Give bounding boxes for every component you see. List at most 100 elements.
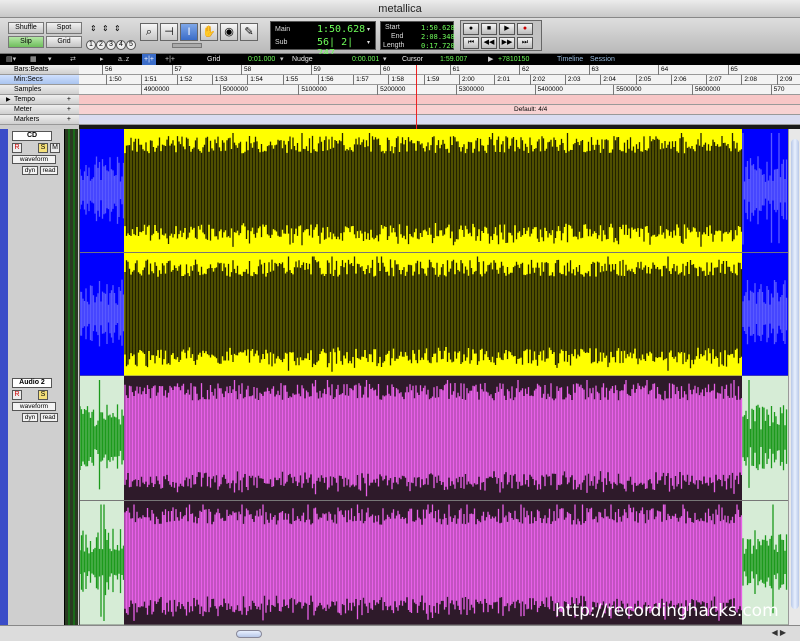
automation-mode-button[interactable]: read [40, 166, 58, 175]
zoomer-tool-icon[interactable]: ⌕ [140, 23, 158, 41]
ruler-label: Tempo [14, 96, 36, 103]
vertical-scroll-thumb[interactable] [791, 139, 799, 609]
selector-tool-icon[interactable]: I [180, 23, 198, 41]
zoom-preset-2[interactable]: 2 [96, 40, 106, 50]
length-value[interactable]: 0:17.720 [421, 42, 455, 50]
nudge-value[interactable]: 0:00.001 [352, 54, 379, 65]
meter-ruler[interactable]: Default: 4/4 [79, 105, 800, 115]
chevron-down-icon[interactable]: ▾ [383, 54, 387, 65]
samples-ruler[interactable]: 4900000 5000000 5100000 5200000 5300000 54000… [79, 85, 800, 95]
solo-button[interactable]: S [38, 143, 48, 153]
plus-icon[interactable]: + [67, 95, 71, 105]
grid-mode-button[interactable]: Grid [46, 36, 82, 48]
plus-icon[interactable]: + [67, 115, 71, 125]
zoom-vertical-icon[interactable]: ⇕ [90, 24, 97, 33]
mute-button[interactable]: M [50, 143, 60, 153]
track-color-bar [0, 129, 8, 376]
record-enable-button[interactable]: R [12, 143, 22, 153]
waveform-audio2[interactable] [80, 376, 788, 625]
timeline-rulers[interactable]: 56 57 58 59 60 61 62 63 64 65 1:50 1:51 1:52 1:53 1:5… [79, 65, 800, 129]
track-view-selector[interactable]: waveform [12, 402, 56, 411]
ruler-markers[interactable]: Markers + [0, 115, 79, 125]
horizontal-scrollbar[interactable]: ◀ ▶ [0, 625, 800, 641]
online-icon[interactable]: ● [463, 23, 479, 35]
zoom-preset-5[interactable]: 5 [126, 40, 136, 50]
zoom-preset-1[interactable]: 1 [86, 40, 96, 50]
zoom-preset-3[interactable]: 3 [106, 40, 116, 50]
tool-slider[interactable] [172, 43, 202, 48]
zoom-out-icon[interactable]: ⇕ [114, 24, 121, 33]
track-view-selector[interactable]: waveform [12, 155, 56, 164]
grid-nudge-bar: ▤▾ ▦ ▾ ⇄ ▸ a..z +|+ +|+ Grid 0:01.000 ▾ … [0, 54, 800, 65]
start-value[interactable]: 1:50.628 [421, 24, 455, 32]
track-lane-audio2[interactable] [80, 376, 788, 625]
zoom-preset-4[interactable]: 4 [116, 40, 126, 50]
link-icon[interactable]: ⇄ [70, 54, 76, 65]
time-tick: 1:54 [247, 75, 263, 85]
stop-icon[interactable]: ■ [481, 23, 497, 35]
track-name[interactable]: CD [12, 131, 52, 141]
bar-tick: 61 [449, 65, 460, 75]
time-tick: 2:06 [670, 75, 686, 85]
bars-beats-ruler[interactable]: 56 57 58 59 60 61 62 63 64 65 [79, 65, 800, 75]
record-icon[interactable]: ● [517, 23, 533, 35]
tempo-ruler[interactable] [79, 95, 800, 105]
record-enable-button[interactable]: R [12, 390, 22, 400]
grid-value[interactable]: 0:01.000 [248, 54, 275, 65]
chevron-down-icon[interactable]: ▾ [280, 54, 284, 65]
zoom-arrows[interactable]: ⇕ ⇕ ⇕ [88, 22, 132, 36]
sample-tick: 5500000 [613, 85, 642, 95]
list-icon[interactable]: ▦ [30, 54, 37, 65]
link-timeline-icon[interactable]: +|+ [142, 54, 156, 65]
time-tick: 1:57 [353, 75, 369, 85]
ruler-bars-beats[interactable]: Bars:Beats [0, 65, 79, 75]
plus-icon[interactable]: + [67, 105, 71, 115]
fast-forward-icon[interactable]: ▶▶ [499, 37, 515, 49]
pencil-tool-icon[interactable]: ✎ [240, 23, 258, 41]
meter-marker[interactable]: Default: 4/4 [514, 105, 547, 115]
grabber-tool-icon[interactable]: ✋ [200, 23, 218, 41]
rewind-icon[interactable]: ◀◀ [481, 37, 497, 49]
shuffle-mode-button[interactable]: Shuffle [8, 22, 44, 34]
end-value[interactable]: 2:08.348 [421, 33, 455, 41]
ruler-samples[interactable]: Samples [0, 85, 79, 95]
chevron-down-icon[interactable]: ▾ [367, 39, 370, 46]
markers-ruler[interactable] [79, 115, 800, 125]
ruler-label: Samples [14, 86, 42, 93]
timeline-label[interactable]: Timeline [557, 54, 583, 65]
waveform-cd[interactable] [80, 129, 788, 376]
ruler-tempo[interactable]: ▶ Tempo + [0, 95, 79, 105]
return-to-zero-icon[interactable]: ⏮ [463, 37, 479, 49]
tab-to-transient-icon[interactable]: ▸ [100, 54, 104, 65]
automation-mode-button[interactable]: read [40, 413, 58, 422]
slip-mode-button[interactable]: Slip [8, 36, 44, 48]
ruler-meter[interactable]: Meter + [0, 105, 79, 115]
ruler-min-secs[interactable]: Min:Secs [0, 75, 79, 85]
chevron-down-icon[interactable]: ▾ [367, 26, 370, 33]
horizontal-scroll-thumb[interactable] [236, 630, 262, 638]
scrubber-tool-icon[interactable]: ◉ [220, 23, 238, 41]
vertical-scrollbar[interactable] [788, 129, 800, 625]
chevron-down-icon[interactable]: ▾ [48, 54, 52, 65]
view-menu-icon[interactable]: ▤▾ [6, 54, 16, 65]
scroll-arrows-icon[interactable]: ◀ ▶ [771, 628, 786, 637]
dyn-button[interactable]: dyn [22, 166, 38, 175]
solo-button[interactable]: S [38, 390, 48, 400]
disclosure-triangle-icon[interactable]: ▶ [6, 95, 11, 105]
min-secs-ruler[interactable]: 1:50 1:51 1:52 1:53 1:54 1:55 1:56 1:57 1:58 1:59… [79, 75, 800, 85]
track-lane-cd[interactable] [80, 129, 788, 376]
keyboard-focus-icon[interactable]: +|+ [165, 54, 175, 65]
zoom-in-icon[interactable]: ⇕ [102, 24, 109, 33]
main-counter-label: Main [275, 26, 291, 33]
track-name[interactable]: Audio 2 [12, 378, 52, 388]
spot-mode-button[interactable]: Spot [46, 22, 82, 34]
go-to-end-icon[interactable]: ⏭ [517, 37, 533, 49]
session-label[interactable]: Session [590, 54, 615, 65]
bar-tick: 57 [171, 65, 182, 75]
play-icon[interactable]: ▶ [499, 23, 515, 35]
main-counter[interactable]: Main 1:50.628 Sub 56| 2| 247 ▾ ▾ [270, 21, 376, 59]
trimmer-tool-icon[interactable]: ⊣ [160, 23, 178, 41]
time-tick: 1:58 [388, 75, 404, 85]
trim-icon[interactable]: a..z [118, 54, 129, 65]
dyn-button[interactable]: dyn [22, 413, 38, 422]
